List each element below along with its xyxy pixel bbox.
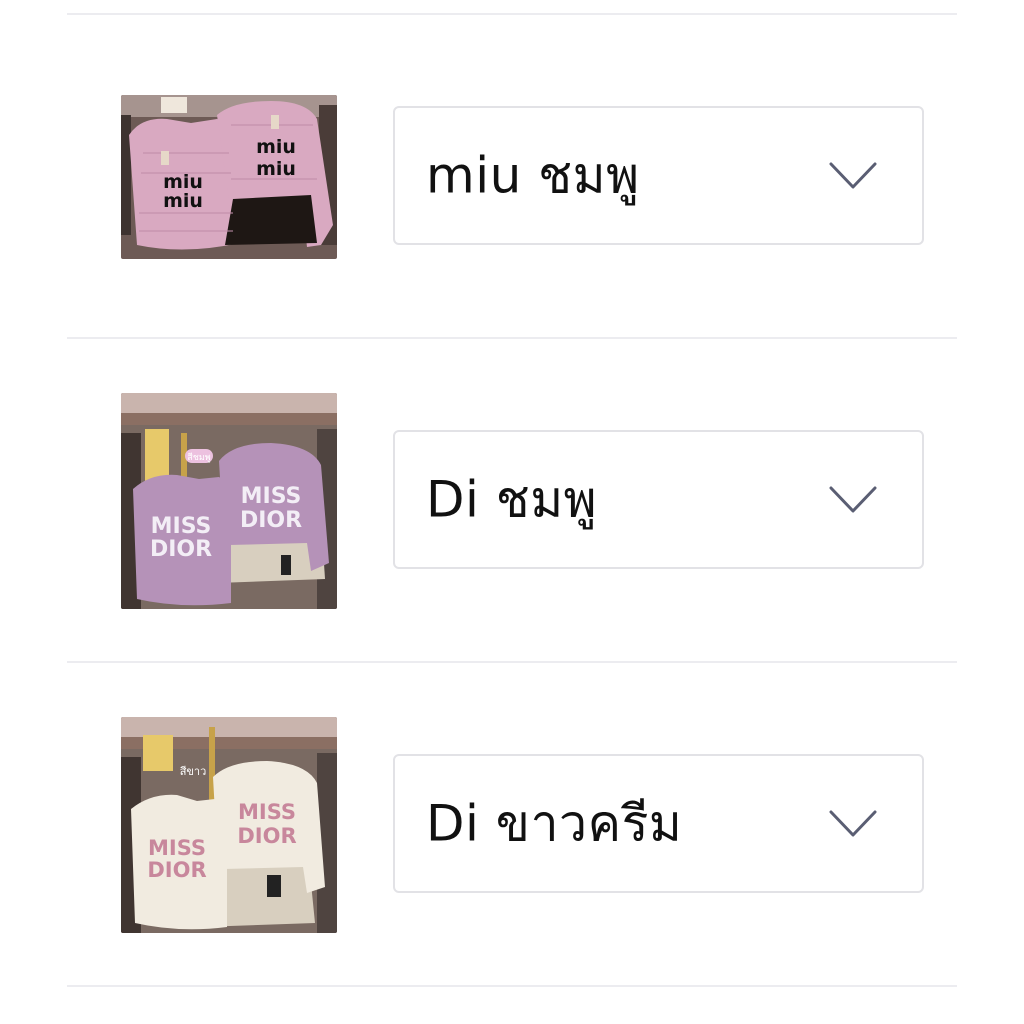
- chevron-down-icon: [828, 809, 878, 839]
- variant-thumbnail-di-cream: สีขาว MISS DIOR MISS DIOR: [121, 717, 337, 933]
- sweater-text: miu: [256, 158, 296, 180]
- sweater-text: DIOR: [237, 824, 296, 848]
- color-tag-text: สีชมพู: [187, 452, 211, 463]
- color-tag-text: สีขาว: [179, 765, 206, 778]
- variant-row-di-pink: สีชมพู MISS DIOR MISS DIOR Di ชมพู: [0, 338, 1024, 662]
- select-value: Di ขาวครีม: [426, 794, 683, 852]
- sweater-text: miu: [163, 190, 203, 212]
- variant-row-di-cream: สีขาว MISS DIOR MISS DIOR Di ขาวครีม: [0, 662, 1024, 986]
- sweater-text: MISS: [148, 836, 206, 860]
- sweater-text: DIOR: [147, 858, 206, 882]
- sweater-photo: สีขาว MISS DIOR MISS DIOR: [121, 717, 337, 933]
- variant-select-di-pink[interactable]: Di ชมพู: [393, 430, 924, 569]
- sweater-text: DIOR: [240, 508, 302, 533]
- variant-select-miu-pink[interactable]: miu ชมพู: [393, 106, 924, 245]
- variant-thumbnail-miu-pink: miu miu miu miu: [121, 95, 337, 259]
- sweater-photo: miu miu miu miu: [121, 95, 337, 259]
- variant-thumbnail-di-pink: สีชมพู MISS DIOR MISS DIOR: [121, 393, 337, 609]
- sweater-text: MISS: [238, 800, 296, 824]
- sweater-text: miu: [256, 136, 296, 158]
- select-value: Di ชมพู: [426, 470, 598, 528]
- sweater-text: MISS: [241, 484, 302, 509]
- variant-select-di-cream[interactable]: Di ขาวครีม: [393, 754, 924, 893]
- chevron-down-icon: [828, 161, 878, 191]
- product-variant-list: miu miu miu miu miu ชมพู สีชมพู MISS DIO…: [0, 0, 1024, 1024]
- variant-row-miu-pink: miu miu miu miu miu ชมพู: [0, 14, 1024, 338]
- sweater-text: DIOR: [150, 537, 212, 562]
- sweater-text: MISS: [151, 514, 212, 539]
- select-value: miu ชมพู: [426, 146, 640, 204]
- divider: [67, 985, 957, 987]
- chevron-down-icon: [828, 485, 878, 515]
- sweater-photo: สีชมพู MISS DIOR MISS DIOR: [121, 393, 337, 609]
